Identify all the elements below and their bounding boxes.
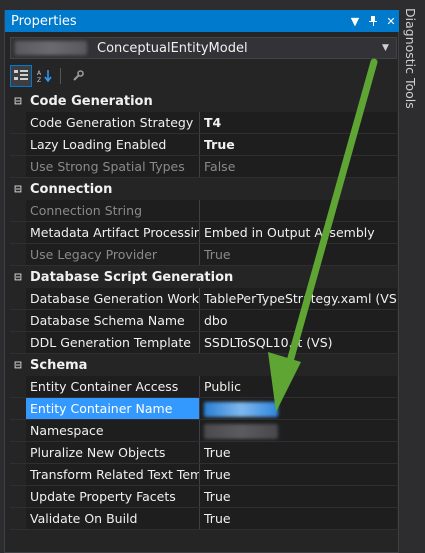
svg-text:Z: Z	[37, 77, 41, 83]
toolbar-separator	[60, 68, 61, 84]
property-value[interactable]: True	[200, 486, 397, 507]
property-value[interactable]: True	[200, 508, 397, 529]
property-row[interactable]: Transform Related Text Templates On Save…	[10, 464, 397, 486]
property-row[interactable]: Validate On Build True	[10, 508, 397, 530]
property-value[interactable]: False	[200, 156, 397, 177]
property-name: Use Legacy Provider	[26, 244, 200, 265]
property-row[interactable]: Update Property Facets True	[10, 486, 397, 508]
property-value[interactable]: Embed in Output Assembly	[200, 222, 397, 243]
property-value[interactable]: True	[200, 244, 397, 265]
collapse-icon[interactable]: ⊟	[10, 360, 26, 371]
properties-window: Properties ▼ ✕ ConceptualEntityModel ▼ A…	[4, 10, 400, 553]
collapse-icon[interactable]: ⊟	[10, 272, 26, 283]
side-tab-strip: Diagnostic Tools	[399, 0, 425, 553]
property-name: Metadata Artifact Processing	[26, 222, 200, 243]
row-gutter	[10, 156, 26, 177]
property-row[interactable]: Use Legacy Provider True	[10, 244, 397, 266]
row-gutter	[10, 464, 26, 485]
row-gutter	[10, 244, 26, 265]
row-gutter	[10, 310, 26, 331]
property-row[interactable]: Namespace	[10, 420, 397, 442]
property-name: Transform Related Text Templates On Save	[26, 464, 200, 485]
property-row[interactable]: Database Schema Name dbo	[10, 310, 397, 332]
row-gutter	[10, 288, 26, 309]
property-name: Database Schema Name	[26, 310, 200, 331]
property-row[interactable]: Lazy Loading Enabled True	[10, 134, 397, 156]
chevron-down-icon[interactable]: ▼	[382, 43, 396, 53]
row-gutter	[10, 134, 26, 155]
redacted-value	[204, 402, 278, 417]
row-gutter	[10, 112, 26, 133]
property-name: Entity Container Name	[26, 398, 200, 419]
close-icon[interactable]: ✕	[382, 11, 400, 31]
category-header[interactable]: ⊟ Connection	[10, 178, 397, 200]
property-value[interactable]: Public	[200, 376, 397, 397]
property-value[interactable]: T4	[200, 112, 397, 133]
row-gutter	[10, 508, 26, 529]
property-value[interactable]: True	[200, 134, 397, 155]
property-row[interactable]: Entity Container Access Public	[10, 376, 397, 398]
property-row[interactable]: Database Generation WorkflowTablePerType…	[10, 288, 397, 310]
category-label: Code Generation	[30, 93, 153, 109]
category-header[interactable]: ⊟ Schema	[10, 354, 397, 376]
property-grid: ⊟ Code Generation Code Generation Strategy…	[10, 90, 397, 530]
row-gutter	[10, 222, 26, 243]
diagnostic-tools-tab[interactable]: Diagnostic Tools	[403, 8, 418, 109]
property-value[interactable]: True	[200, 442, 397, 463]
property-name: DDL Generation Template	[26, 332, 200, 353]
pin-icon[interactable]	[364, 11, 382, 31]
property-row[interactable]: Use Strong Spatial Types False	[10, 156, 397, 178]
category-label: Schema	[30, 357, 88, 373]
row-gutter	[10, 376, 26, 397]
row-gutter	[10, 442, 26, 463]
object-selector-value: ConceptualEntityModel	[97, 40, 248, 56]
property-name: Pluralize New Objects	[26, 442, 200, 463]
property-name: Validate On Build	[26, 508, 200, 529]
object-type-redacted	[15, 41, 87, 55]
category-header[interactable]: ⊟ Code Generation	[10, 90, 397, 112]
category-header[interactable]: ⊟ Database Script Generation	[10, 266, 397, 288]
alphabetical-sort-icon[interactable]: AZ	[34, 65, 56, 87]
property-name: Namespace	[26, 420, 200, 441]
properties-toolbar: AZ	[10, 64, 397, 88]
property-name: Connection String	[26, 200, 200, 221]
row-gutter	[10, 420, 26, 441]
property-row[interactable]: Metadata Artifact Processing Embed in Out…	[10, 222, 397, 244]
property-name: Lazy Loading Enabled	[26, 134, 200, 155]
object-selector[interactable]: ConceptualEntityModel ▼	[10, 37, 397, 59]
row-gutter	[10, 200, 26, 221]
property-value[interactable]	[200, 200, 397, 221]
property-row[interactable]: Connection String	[10, 200, 397, 222]
title-bar[interactable]: Properties ▼ ✕	[5, 10, 400, 32]
property-name: Entity Container Access	[26, 376, 200, 397]
property-name: Update Property Facets	[26, 486, 200, 507]
property-row[interactable]: DDL Generation Template SSDLToSQL10.tt (V…	[10, 332, 397, 354]
redacted-value	[204, 424, 278, 439]
property-row[interactable]: Pluralize New Objects True	[10, 442, 397, 464]
property-row[interactable]: Code Generation Strategy T4	[10, 112, 397, 134]
property-name: Database Generation Workflow	[26, 288, 200, 309]
property-row[interactable]: Entity Container Name	[10, 398, 397, 420]
property-value[interactable]: True	[200, 464, 397, 485]
row-gutter	[10, 486, 26, 507]
collapse-icon[interactable]: ⊟	[10, 184, 26, 195]
property-name: Use Strong Spatial Types	[26, 156, 200, 177]
property-value[interactable]: SSDLToSQL10.tt (VS)	[200, 332, 397, 353]
dropdown-arrow-icon[interactable]: ▼	[346, 11, 364, 31]
row-gutter	[10, 398, 26, 419]
category-label: Connection	[30, 181, 113, 197]
property-value[interactable]: TablePerTypeStrategy.xaml (VS)	[200, 288, 397, 309]
property-value[interactable]	[200, 420, 397, 441]
collapse-icon[interactable]: ⊟	[10, 96, 26, 107]
categorized-icon[interactable]	[10, 65, 32, 87]
svg-text:A: A	[37, 70, 42, 77]
property-value[interactable]: dbo	[200, 310, 397, 331]
wrench-icon[interactable]	[67, 65, 89, 87]
property-name: Code Generation Strategy	[26, 112, 200, 133]
row-gutter	[10, 332, 26, 353]
category-label: Database Script Generation	[30, 269, 234, 285]
window-title: Properties	[11, 13, 77, 29]
property-value[interactable]	[200, 398, 397, 419]
